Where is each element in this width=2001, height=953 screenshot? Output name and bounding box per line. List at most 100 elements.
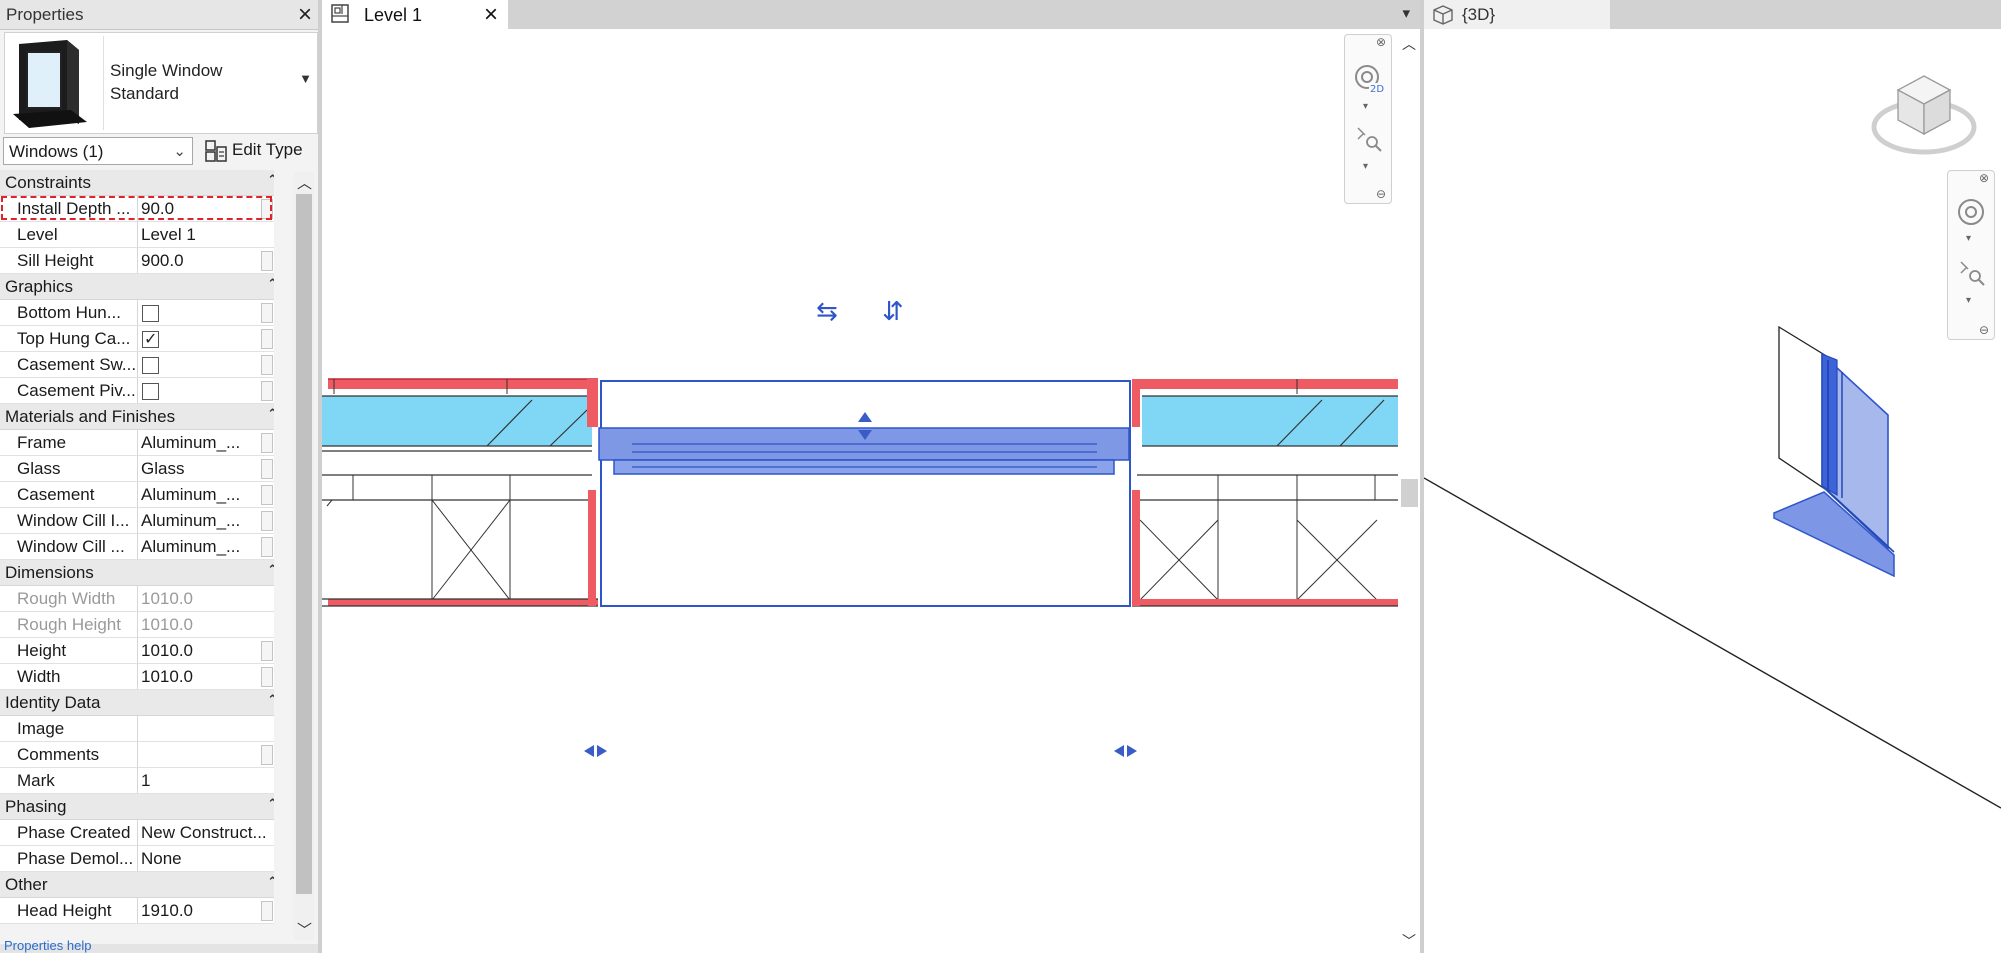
- edit-field-icon[interactable]: [261, 251, 273, 271]
- close-icon[interactable]: ⊗: [1979, 171, 1989, 185]
- collapse-icon[interactable]: ⌃: [267, 276, 274, 292]
- close-icon[interactable]: ⊗: [1376, 35, 1386, 49]
- property-value[interactable]: [141, 716, 271, 741]
- property-row-casement-pivot[interactable]: Casement Piv...: [0, 378, 274, 404]
- width-handle-left[interactable]: [584, 745, 607, 757]
- flip-vertical-control[interactable]: ⇵: [882, 297, 904, 327]
- arrow-left-icon[interactable]: [1114, 745, 1124, 757]
- close-icon[interactable]: ×: [298, 1, 312, 29]
- property-row-width[interactable]: Width 1010.0: [0, 664, 274, 690]
- scrollbar-thumb[interactable]: [1401, 479, 1418, 507]
- edit-field-icon[interactable]: [261, 901, 273, 921]
- view-cube[interactable]: [1871, 75, 1977, 155]
- property-row-head-height[interactable]: Head Height 1910.0: [0, 898, 274, 924]
- property-value[interactable]: Level 1: [141, 222, 271, 247]
- collapse-icon[interactable]: ⌃: [267, 796, 274, 812]
- zoom-region-icon[interactable]: [1958, 259, 1986, 292]
- edit-field-icon[interactable]: [261, 485, 273, 505]
- property-row-mark[interactable]: Mark 1: [0, 768, 274, 794]
- property-value[interactable]: Aluminum_...: [141, 430, 271, 455]
- scrollbar-thumb[interactable]: [296, 194, 312, 894]
- caret-down-icon[interactable]: ▾: [1966, 233, 1971, 244]
- steering-wheel-2d-icon[interactable]: 2D: [1353, 63, 1385, 100]
- scroll-down-icon[interactable]: ﹀: [297, 919, 312, 940]
- property-row-install-depth[interactable]: Install Depth ... 90.0: [0, 196, 274, 222]
- category-identity-data[interactable]: Identity Data ⌃: [0, 690, 274, 716]
- flip-horizontal-control[interactable]: ⇆: [816, 297, 838, 327]
- 3d-drawing[interactable]: [1424, 29, 2001, 953]
- arrow-right-icon[interactable]: [1127, 745, 1137, 757]
- edit-field-icon[interactable]: [261, 433, 273, 453]
- caret-down-icon[interactable]: ▾: [1363, 161, 1368, 172]
- property-value[interactable]: 1010.0: [141, 664, 271, 689]
- property-value[interactable]: 90.0: [141, 196, 271, 221]
- instance-filter-dropdown[interactable]: Windows (1) ⌄: [3, 137, 193, 165]
- property-value[interactable]: None: [141, 846, 271, 871]
- type-selector[interactable]: Single Window Standard ▼: [4, 32, 318, 134]
- 3d-view-pane[interactable]: {3D} ⊗ ▾ ▾ ⊖: [1424, 0, 2001, 953]
- property-row-phase-created[interactable]: Phase Created New Construct...: [0, 820, 274, 846]
- category-other[interactable]: Other ⌃: [0, 872, 274, 898]
- property-value[interactable]: Aluminum_...: [141, 508, 271, 533]
- property-row-casement-swing[interactable]: Casement Sw...: [0, 352, 274, 378]
- property-value[interactable]: 1910.0: [141, 898, 271, 923]
- arrow-up-icon[interactable]: [858, 412, 872, 422]
- property-row-comments[interactable]: Comments: [0, 742, 274, 768]
- plan-view-pane[interactable]: Level 1 × ▾ ⇆ ⇵ ⊗ 2D ▾ ▾ ⊖ ︿ ﹀: [322, 0, 1420, 953]
- bottom-hung-checkbox[interactable]: [142, 305, 159, 322]
- property-row-bottom-hung[interactable]: Bottom Hun...: [0, 300, 274, 326]
- collapse-icon[interactable]: ⌃: [267, 172, 274, 188]
- property-row-top-hung[interactable]: Top Hung Ca... ✓: [0, 326, 274, 352]
- category-dimensions[interactable]: Dimensions ⌃: [0, 560, 274, 586]
- property-value[interactable]: 1: [141, 768, 271, 793]
- property-row-phase-demolished[interactable]: Phase Demol... None: [0, 846, 274, 872]
- property-value[interactable]: Glass: [141, 456, 271, 481]
- property-row-height[interactable]: Height 1010.0: [0, 638, 274, 664]
- property-value[interactable]: Aluminum_...: [141, 534, 271, 559]
- edit-field-icon[interactable]: [261, 537, 273, 557]
- scroll-up-icon[interactable]: ︿: [1402, 34, 1416, 54]
- caret-down-icon[interactable]: ▾: [1363, 101, 1368, 112]
- property-value[interactable]: Aluminum_...: [141, 482, 271, 507]
- tab-3d[interactable]: {3D}: [1424, 0, 1610, 29]
- property-row-frame[interactable]: Frame Aluminum_...: [0, 430, 274, 456]
- zoom-region-icon[interactable]: [1355, 125, 1383, 158]
- properties-scrollbar[interactable]: ︿ ﹀: [294, 172, 314, 940]
- edit-field-icon[interactable]: [261, 459, 273, 479]
- casement-pivot-checkbox[interactable]: [142, 383, 159, 400]
- edit-field-icon[interactable]: [261, 199, 273, 219]
- edit-field-icon[interactable]: [261, 511, 273, 531]
- width-handle-right[interactable]: [1114, 745, 1137, 757]
- scroll-down-icon[interactable]: ﹀: [1402, 931, 1416, 951]
- property-row-window-cill-exterior[interactable]: Window Cill ... Aluminum_...: [0, 534, 274, 560]
- plan-view-scrollbar[interactable]: ︿ ﹀: [1398, 30, 1420, 953]
- caret-down-icon[interactable]: ▼: [299, 71, 312, 86]
- property-row-image[interactable]: Image: [0, 716, 274, 742]
- property-value[interactable]: 1010.0: [141, 638, 271, 663]
- window-3d-model[interactable]: [1773, 325, 1895, 578]
- collapse-icon[interactable]: ⌃: [267, 874, 274, 890]
- category-graphics[interactable]: Graphics ⌃: [0, 274, 274, 300]
- collapse-icon[interactable]: ⊖: [1979, 323, 1989, 337]
- collapse-icon[interactable]: ⊖: [1376, 187, 1386, 201]
- close-icon[interactable]: ×: [484, 1, 498, 29]
- property-value[interactable]: New Construct...: [141, 820, 271, 845]
- collapse-icon[interactable]: ⌃: [267, 406, 274, 422]
- category-materials[interactable]: Materials and Finishes ⌃: [0, 404, 274, 430]
- edit-field-icon[interactable]: [261, 381, 273, 401]
- caret-down-icon[interactable]: ▾: [1966, 295, 1971, 306]
- flip-horizontal-icon[interactable]: ⇆: [816, 297, 838, 327]
- edit-field-icon[interactable]: [261, 329, 273, 349]
- tab-menu-icon[interactable]: ▾: [1402, 4, 1410, 22]
- property-row-casement[interactable]: Casement Aluminum_...: [0, 482, 274, 508]
- category-constraints[interactable]: Constraints ⌃: [0, 170, 274, 196]
- edit-field-icon[interactable]: [261, 745, 273, 765]
- collapse-icon[interactable]: ⌃: [267, 562, 274, 578]
- casement-swing-checkbox[interactable]: [142, 357, 159, 374]
- property-row-sill-height[interactable]: Sill Height 900.0: [0, 248, 274, 274]
- steering-wheel-icon[interactable]: [1956, 197, 1986, 232]
- arrow-right-icon[interactable]: [597, 745, 607, 757]
- edit-type-button[interactable]: Edit Type: [200, 137, 315, 165]
- edit-field-icon[interactable]: [261, 355, 273, 375]
- edit-field-icon[interactable]: [261, 667, 273, 687]
